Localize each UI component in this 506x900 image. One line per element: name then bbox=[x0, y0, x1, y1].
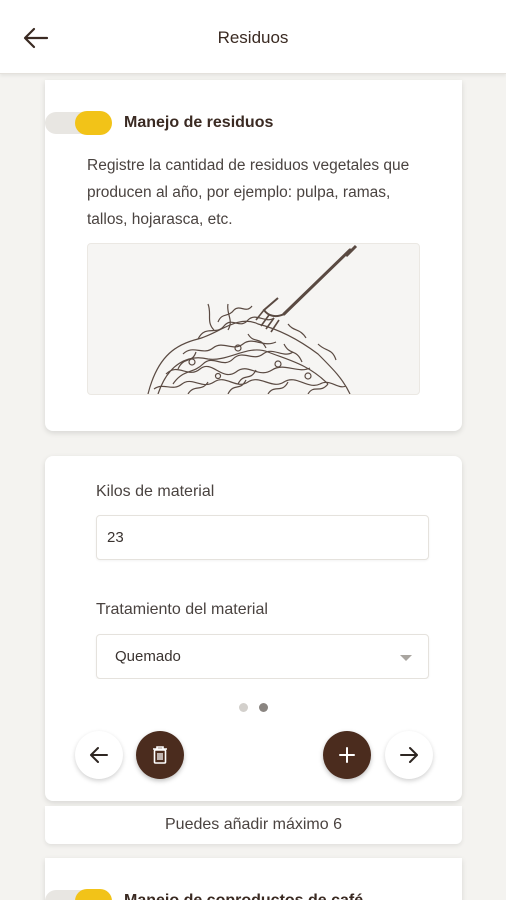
arrow-left-icon bbox=[90, 747, 108, 763]
next-button[interactable] bbox=[385, 731, 433, 779]
toggle-knob bbox=[75, 889, 112, 900]
page-dot-1[interactable] bbox=[239, 703, 248, 712]
toggle-knob bbox=[75, 111, 112, 135]
kilos-value: 23 bbox=[107, 529, 124, 546]
arrow-right-icon bbox=[400, 747, 418, 763]
section-description: Registre la cantidad de residuos vegetal… bbox=[87, 157, 410, 228]
kilos-label: Kilos de material bbox=[96, 483, 215, 500]
waste-illustration bbox=[87, 243, 420, 395]
page-dot-2[interactable] bbox=[259, 703, 268, 712]
treatment-label: Tratamiento del material bbox=[96, 601, 268, 618]
treatment-select[interactable]: Quemado bbox=[96, 634, 429, 679]
page-title: Residuos bbox=[217, 28, 289, 47]
section-title: Manejo de residuos bbox=[124, 114, 274, 131]
section-title-coproducts: Manejo de coproductos de café bbox=[124, 892, 454, 900]
caret-down-icon bbox=[400, 655, 412, 661]
prev-button[interactable] bbox=[75, 731, 123, 779]
plus-icon bbox=[339, 747, 355, 763]
kilos-input[interactable]: 23 bbox=[96, 515, 429, 560]
form-fade bbox=[88, 679, 438, 689]
treatment-value: Quemado bbox=[115, 648, 181, 665]
add-button[interactable] bbox=[323, 731, 371, 779]
fork-waste-illustration-icon bbox=[147, 244, 358, 394]
trash-icon bbox=[153, 746, 167, 764]
top-app-bar: Residuos bbox=[0, 0, 506, 74]
max-items-note: Puedes añadir máximo 6 bbox=[45, 806, 462, 844]
delete-button[interactable] bbox=[136, 731, 184, 779]
